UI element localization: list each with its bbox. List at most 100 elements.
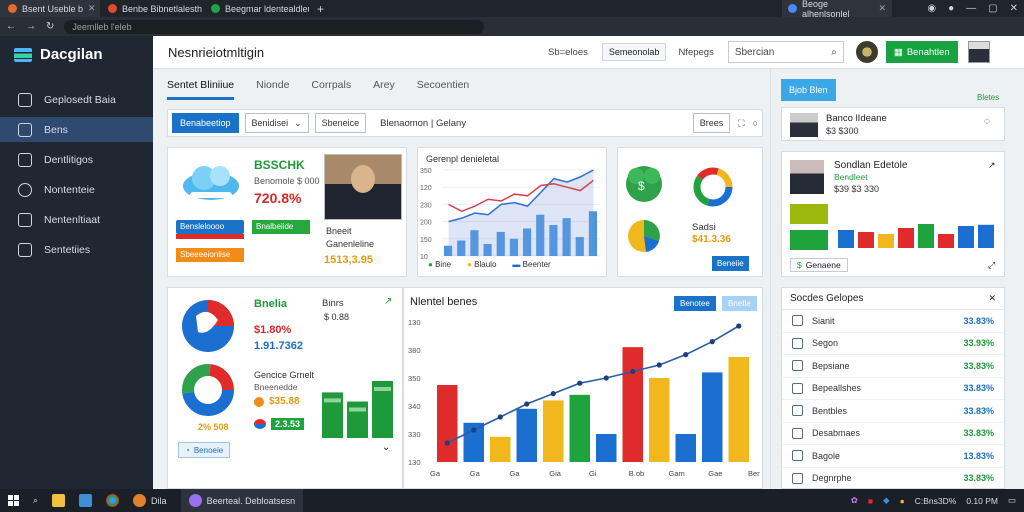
progress-pill-orange[interactable]: Sbeeeeionlise bbox=[176, 248, 244, 262]
close-icon[interactable]: ✕ bbox=[878, 3, 886, 14]
person-value: $39 $3 330 bbox=[834, 184, 880, 194]
chrome-icon[interactable] bbox=[106, 494, 120, 507]
bar bbox=[702, 372, 723, 462]
tray-icon[interactable]: ■ bbox=[868, 496, 873, 506]
chip-button[interactable]: ◔ Benoeie bbox=[178, 442, 231, 458]
search-icon[interactable]: ⌕ bbox=[33, 495, 38, 506]
sidebar-item-content[interactable]: Nontenteie bbox=[0, 177, 153, 202]
tray-icon[interactable]: ✿ bbox=[851, 495, 858, 506]
list-item-label: Bepsiane bbox=[812, 360, 850, 371]
sidebar-item-network[interactable]: Nentenltiaat bbox=[0, 207, 153, 232]
sidebar-item-dashboard[interactable]: Geplosedt Baia bbox=[0, 87, 153, 112]
list-item-label: Degnrphe bbox=[812, 473, 852, 484]
sidebar-item-settings[interactable]: Sentetiies bbox=[0, 237, 153, 262]
stat-amount-orange: $35.88 bbox=[269, 396, 300, 407]
expand-icon[interactable]: ↗ bbox=[384, 296, 392, 307]
resize-icon[interactable]: ⤢ bbox=[988, 260, 995, 271]
list-card: Socdes Gelopes ✕ Sianit 33.83% Segon 33.93%… bbox=[781, 287, 1005, 490]
side-label-a: Bneeit bbox=[326, 226, 352, 236]
chart-footer-button[interactable]: $ Genaene bbox=[790, 258, 848, 272]
reload-icon[interactable]: ↻ bbox=[46, 21, 54, 32]
sidebar-item-bens[interactable]: Bens bbox=[0, 117, 153, 142]
account-icon[interactable]: ● bbox=[948, 3, 954, 14]
search-icon[interactable]: ⌕ bbox=[831, 47, 837, 58]
notification-icon[interactable]: ▭ bbox=[1008, 495, 1016, 506]
list-item[interactable]: Degnrphe 33.83% bbox=[782, 468, 1004, 490]
maximize-icon[interactable]: ▢ bbox=[988, 3, 997, 14]
chip-label: Benoeie bbox=[193, 445, 224, 455]
list-item[interactable]: Sianit 33.83% bbox=[782, 310, 1004, 333]
user-avatar[interactable] bbox=[967, 41, 990, 63]
header-link-1[interactable]: Sb=eloes bbox=[548, 47, 588, 58]
card-action-button[interactable]: Beneiie bbox=[712, 256, 749, 271]
stat-row-orange: $35.88 bbox=[254, 396, 300, 407]
back-icon[interactable]: ← bbox=[6, 21, 16, 32]
taskbar-window[interactable]: Beerteal. Debloatsesn bbox=[180, 489, 304, 512]
chevron-down-icon[interactable]: ⌄ bbox=[382, 442, 390, 453]
close-window-icon[interactable]: ✕ bbox=[1010, 3, 1018, 14]
tray-icon[interactable]: ◆ bbox=[883, 495, 890, 506]
chart-button-2[interactable]: Bnetle bbox=[722, 296, 757, 311]
list-item-value: 33.83% bbox=[963, 383, 994, 394]
select-dropdown[interactable]: Benidisei ⌄ bbox=[244, 113, 309, 133]
header-button[interactable]: Semeonolab bbox=[601, 43, 667, 61]
tab-arey[interactable]: Arey bbox=[373, 79, 395, 100]
tab-compare[interactable]: Corrpals bbox=[311, 79, 351, 100]
list-item[interactable]: Bentbles 33.83% bbox=[782, 400, 1004, 423]
tab-section[interactable]: Secoentien bbox=[417, 79, 470, 100]
brand[interactable]: Dacgilan bbox=[0, 36, 153, 73]
profile-icon[interactable]: ◉ bbox=[927, 3, 936, 14]
progress-pill-blue[interactable]: Bensleloooo bbox=[176, 220, 244, 234]
browser-tab-2[interactable]: Benbe Bibnetlalesth ✕ bbox=[100, 0, 203, 17]
expand-icon[interactable]: ↗ bbox=[988, 160, 996, 171]
tray-text: C:Bns3D% bbox=[914, 495, 957, 506]
browser-icon bbox=[133, 494, 147, 507]
chart-button-1[interactable]: Benotee bbox=[674, 296, 716, 311]
tray-icon[interactable]: ● bbox=[900, 496, 905, 506]
list-item[interactable]: Bepeallshes 33.83% bbox=[782, 378, 1004, 400]
browser-tab-right[interactable]: Beoge alhenlsonlel ✕ bbox=[782, 0, 892, 19]
forward-icon[interactable]: → bbox=[26, 21, 36, 32]
toolbar-right: Brees ⛶ ○ bbox=[692, 113, 758, 133]
close-icon[interactable]: ✕ bbox=[88, 3, 96, 14]
list-item-label: Sianit bbox=[812, 315, 835, 326]
list-item[interactable]: Segon 33.93% bbox=[782, 333, 1004, 355]
refresh-icon[interactable]: ○ bbox=[753, 118, 758, 128]
address-bar[interactable]: Jeemlleb l'eleb bbox=[64, 19, 485, 34]
list-item[interactable]: Desabmaes 33.83% bbox=[782, 423, 1004, 445]
filter-button[interactable]: Brees bbox=[692, 113, 731, 133]
tag-icon[interactable]: ◌ bbox=[984, 116, 990, 127]
tile-olive bbox=[790, 204, 828, 224]
footer-button-label: Genaene bbox=[805, 260, 841, 270]
store-icon[interactable] bbox=[79, 494, 93, 507]
taskbar-app[interactable]: Dila bbox=[133, 494, 167, 507]
progress-pill-green[interactable]: Bnalbeiide bbox=[252, 220, 310, 234]
bar bbox=[347, 401, 368, 438]
list-item[interactable]: Bepsiane 33.83% bbox=[782, 355, 1004, 378]
breadcrumb-item[interactable]: Blenaomon bbox=[380, 118, 428, 129]
green-action-button[interactable]: ▦ Benahtlen bbox=[885, 41, 958, 63]
browser-tab-3[interactable]: Beegmar ldentealdleu ✕ bbox=[203, 0, 309, 17]
close-icon[interactable]: ✕ bbox=[988, 293, 996, 304]
right-action-button[interactable]: Bjob Blen bbox=[781, 79, 836, 101]
right-link[interactable]: Bletes bbox=[977, 93, 999, 102]
search-input[interactable]: Sbercian ⌕ bbox=[727, 41, 844, 63]
files-icon[interactable] bbox=[52, 494, 66, 507]
browser-tab-1[interactable]: Bsent Useble b ✕ bbox=[0, 0, 100, 17]
list-item[interactable]: Bagole 13.83% bbox=[782, 445, 1004, 468]
new-tab-icon[interactable]: + bbox=[309, 2, 332, 16]
person-photo bbox=[790, 160, 824, 194]
outline-button[interactable]: Sbeneice bbox=[314, 113, 367, 133]
bar bbox=[878, 234, 894, 248]
minimize-icon[interactable]: — bbox=[966, 3, 976, 14]
tab-nionde[interactable]: Nionde bbox=[256, 79, 289, 100]
tab-summary[interactable]: Sentet Bliniiue bbox=[167, 79, 235, 100]
sidebar-item-listings[interactable]: Dentlitigos bbox=[0, 147, 153, 172]
breadcrumb-item[interactable]: Gelany bbox=[436, 118, 466, 129]
primary-button[interactable]: Benabeetiop bbox=[172, 113, 239, 133]
windows-start-icon[interactable] bbox=[8, 495, 19, 506]
avatar[interactable] bbox=[855, 41, 878, 63]
person-card-2: Sondlan Edetole Bendleet $39 $3 330 ↗ $ … bbox=[781, 151, 1005, 277]
expand-icon[interactable]: ⛶ bbox=[738, 118, 744, 129]
header-link-2[interactable]: Nfepegs bbox=[678, 47, 713, 58]
